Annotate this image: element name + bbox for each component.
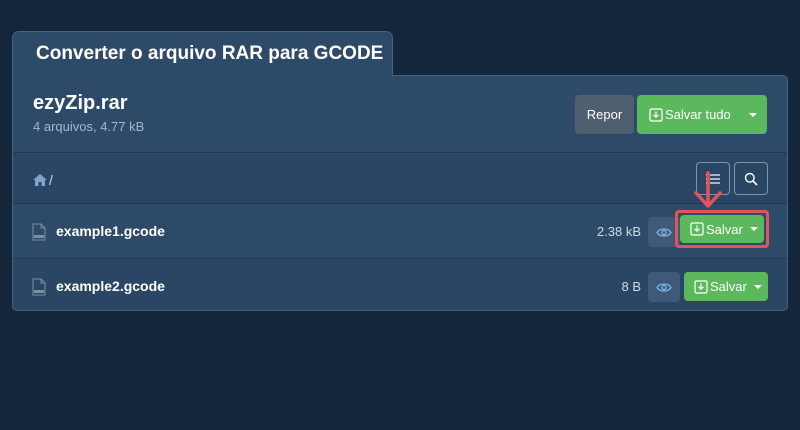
list-icon (706, 173, 720, 184)
eye-icon (656, 227, 672, 237)
search-button[interactable] (734, 162, 768, 195)
home-icon[interactable] (33, 174, 47, 186)
file-name[interactable]: example1.gcode (56, 223, 165, 239)
reset-button-label: Repor (586, 107, 623, 122)
path-bar: / (13, 154, 787, 204)
save-dropdown-toggle[interactable] (748, 272, 768, 301)
page-title: Converter o arquivo RAR para GCODE (12, 31, 393, 76)
file-icon (32, 278, 46, 296)
file-row: example2.gcode 8 B Salvar (13, 260, 787, 310)
save-button-label: Salvar (710, 279, 747, 294)
download-icon (690, 222, 704, 236)
save-all-dropdown-toggle[interactable] (739, 95, 767, 134)
preview-button[interactable] (648, 217, 680, 247)
file-size: 2.38 kB (596, 224, 641, 239)
file-name[interactable]: example2.gcode (56, 278, 165, 294)
archive-header: ezyZip.rar 4 arquivos, 4.77 kB Repor Sal… (13, 76, 787, 153)
file-icon (32, 223, 46, 241)
stage: Converter o arquivo RAR para GCODE ezyZi… (0, 0, 800, 430)
preview-button[interactable] (648, 272, 680, 302)
save-all-label: Salvar tudo (665, 107, 731, 122)
archive-meta: 4 arquivos, 4.77 kB (33, 119, 145, 134)
archive-panel: ezyZip.rar 4 arquivos, 4.77 kB Repor Sal… (12, 75, 788, 311)
chevron-down-icon (750, 227, 758, 231)
archive-name: ezyZip.rar (33, 92, 128, 114)
file-row: example1.gcode 2.38 kB Salvar (13, 205, 787, 259)
chevron-down-icon (749, 112, 757, 117)
search-icon (744, 172, 758, 186)
reset-button[interactable]: Repor (575, 95, 634, 134)
chevron-down-icon (754, 284, 762, 289)
save-button[interactable]: Salvar (680, 215, 764, 243)
save-all-button[interactable]: Salvar tudo (637, 95, 767, 134)
file-size: 8 B (621, 279, 641, 294)
download-icon (649, 107, 663, 122)
eye-icon (656, 282, 672, 292)
save-button-label: Salvar (706, 221, 743, 237)
save-button[interactable]: Salvar (684, 272, 768, 301)
save-dropdown-toggle[interactable] (744, 215, 764, 243)
download-icon (694, 279, 708, 294)
list-view-button[interactable] (696, 162, 730, 195)
breadcrumb-separator: / (49, 172, 53, 188)
